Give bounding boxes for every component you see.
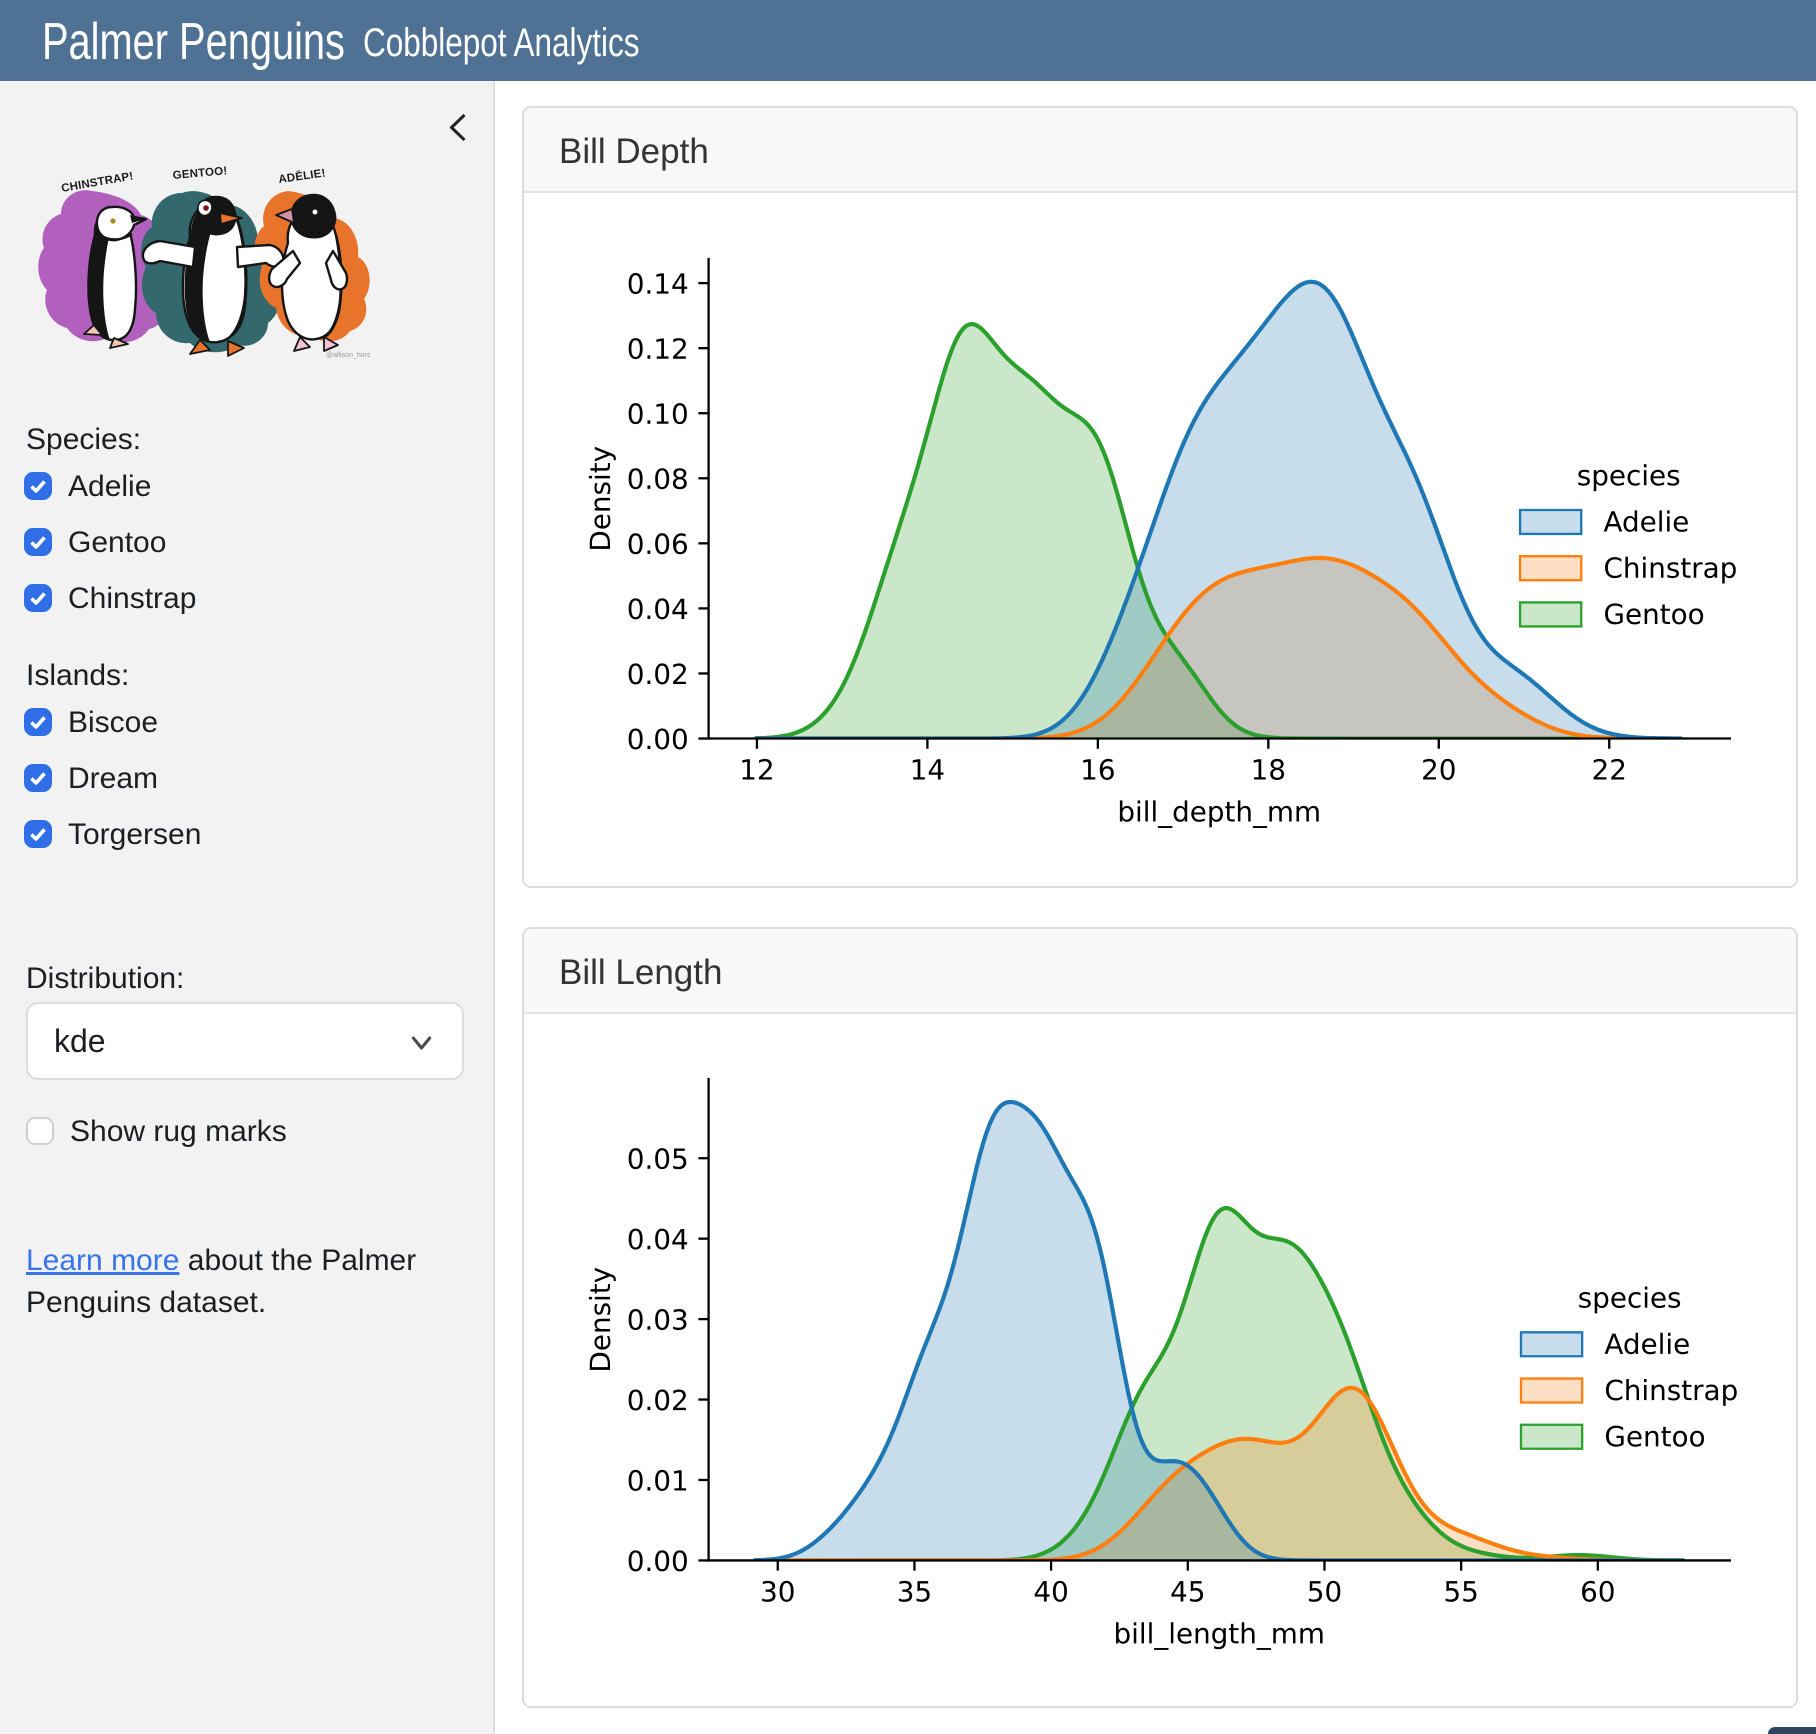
svg-text:@allison_horst: @allison_horst xyxy=(326,352,370,359)
svg-text:GENTOO!: GENTOO! xyxy=(172,165,228,182)
svg-text:CHINSTRAP!: CHINSTRAP! xyxy=(60,170,134,194)
svg-text:ADĒLIE!: ADĒLIE! xyxy=(278,167,327,185)
